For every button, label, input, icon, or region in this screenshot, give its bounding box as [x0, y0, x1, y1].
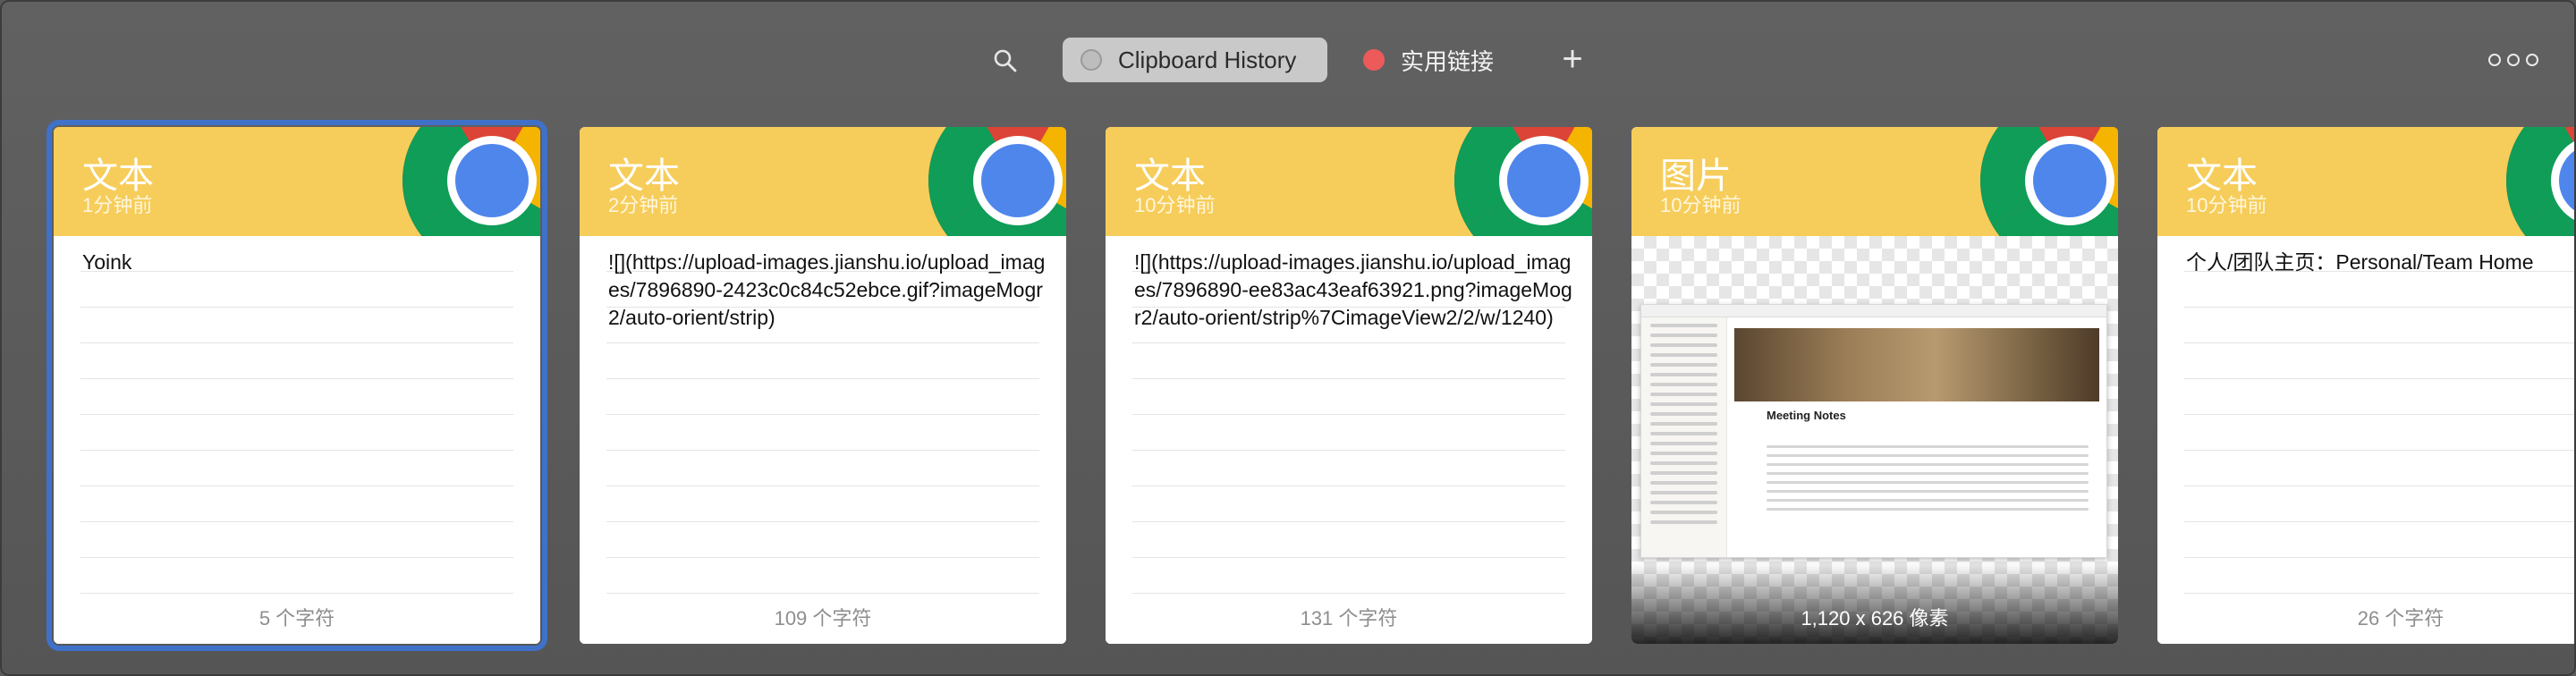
- tab-label: 实用链接: [1401, 47, 1495, 75]
- card-content: 个人/团队主页：Personal/Team Home: [2186, 250, 2534, 274]
- more-options-button[interactable]: [2488, 46, 2538, 73]
- more-icon-dot: [2507, 54, 2520, 66]
- more-icon-dot: [2526, 54, 2538, 66]
- clip-card-image[interactable]: 图片 10分钟前 Meeting Notes 1,120 x 626 像素: [1631, 127, 2118, 644]
- image-thumbnail: Meeting Notes: [1640, 304, 2107, 558]
- chrome-icon: [928, 127, 1066, 236]
- card-content: ![](https://upload-images.jianshu.io/upl…: [608, 250, 1046, 329]
- card-time: 2分钟前: [608, 194, 679, 216]
- thumbnail-cover-image: [1734, 328, 2099, 401]
- card-content: ![](https://upload-images.jianshu.io/upl…: [1134, 250, 1572, 329]
- clip-card[interactable]: 文本 10分钟前 ![](https://upload-images.jians…: [1106, 127, 1592, 644]
- card-time: 10分钟前: [1660, 194, 1741, 216]
- card-footer: 5 个字符: [54, 599, 540, 644]
- tab-label: Clipboard History: [1118, 46, 1297, 73]
- card-footer: 109 个字符: [580, 599, 1066, 644]
- card-footer: 131 个字符: [1106, 599, 1592, 644]
- card-header: 文本 10分钟前: [1106, 127, 1592, 236]
- thumbnail-titlebar: [1641, 305, 2106, 317]
- clipboard-window: Clipboard History 实用链接 + 文本 1分钟前 Yoink 5…: [0, 0, 2576, 676]
- card-content: Yoink: [82, 250, 132, 274]
- search-icon: [994, 49, 1017, 72]
- card-header: 图片 10分钟前: [1631, 127, 2118, 236]
- tab-dot-icon: [1363, 49, 1385, 71]
- clip-card[interactable]: 文本 10分钟前 个人/团队主页：Personal/Team Home 26 个…: [2157, 127, 2574, 644]
- chrome-icon: [1454, 127, 1592, 236]
- more-icon-dot: [2488, 54, 2501, 66]
- card-body: ![](https://upload-images.jianshu.io/upl…: [580, 236, 1066, 644]
- card-time: 10分钟前: [1134, 194, 1216, 216]
- card-body: Yoink: [54, 236, 540, 644]
- tab-useful-links[interactable]: 实用链接: [1351, 38, 1530, 82]
- toolbar: Clipboard History 实用链接 +: [2, 2, 2574, 120]
- clip-card[interactable]: 文本 2分钟前 ![](https://upload-images.jiansh…: [580, 127, 1066, 644]
- card-body: ![](https://upload-images.jianshu.io/upl…: [1106, 236, 1592, 644]
- search-button[interactable]: [986, 41, 1025, 80]
- tab-clipboard-history[interactable]: Clipboard History: [1063, 38, 1327, 82]
- card-header: 文本 10分钟前: [2157, 127, 2574, 236]
- chrome-icon: [2506, 127, 2574, 236]
- clip-card[interactable]: 文本 1分钟前 Yoink 5 个字符: [47, 120, 547, 651]
- thumbnail-title: Meeting Notes: [1767, 409, 1846, 422]
- thumbnail-rows: [1767, 439, 2089, 517]
- card-body: 个人/团队主页：Personal/Team Home: [2157, 236, 2574, 644]
- thumbnail-sidebar: [1641, 317, 1727, 557]
- card-header: 文本 2分钟前: [580, 127, 1066, 236]
- tab-dot-icon: [1080, 49, 1102, 71]
- add-pinboard-button[interactable]: +: [1553, 39, 1592, 79]
- card-header: 文本 1分钟前: [54, 127, 540, 236]
- chrome-icon: [1980, 127, 2118, 236]
- chrome-icon: [402, 127, 540, 236]
- card-time: 1分钟前: [82, 194, 153, 216]
- card-footer: 26 个字符: [2157, 599, 2574, 644]
- card-footer: 1,120 x 626 像素: [1801, 607, 1949, 630]
- card-time: 10分钟前: [2186, 194, 2267, 216]
